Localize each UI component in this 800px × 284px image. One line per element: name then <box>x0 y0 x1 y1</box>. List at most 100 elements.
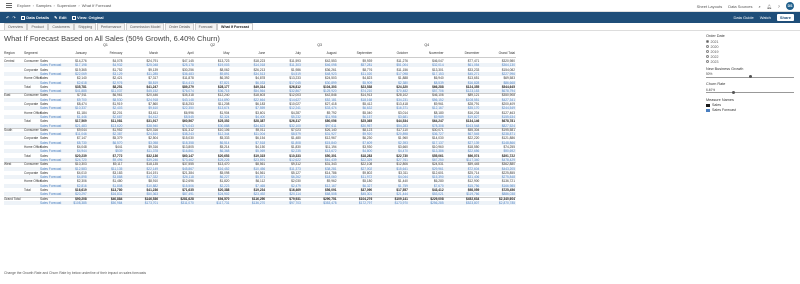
top-navigation-bar: Explore › Samples › Superstore › What If Fo… <box>0 0 800 12</box>
legend-swatch <box>706 108 710 112</box>
legend-label: Sales <box>712 103 721 107</box>
column-header: March <box>149 51 159 55</box>
watch-button[interactable]: Watch <box>760 15 771 20</box>
column-header: July <box>295 51 301 55</box>
data-details-icon <box>20 15 25 20</box>
order-date-option[interactable]: 2019 <box>706 50 796 54</box>
column-header: June <box>258 51 266 55</box>
tab-order-details[interactable]: Order Details <box>164 23 195 30</box>
avatar[interactable]: DS <box>786 2 794 10</box>
sheet-layouts-link[interactable]: Sheet Layouts <box>697 4 723 9</box>
view-original-button[interactable]: View: Original <box>71 15 104 20</box>
table-cell: $311,070 <box>180 200 194 205</box>
data-guide-button[interactable]: Data Guide <box>733 15 753 20</box>
radio-icon <box>706 55 709 58</box>
column-header: May <box>223 51 230 55</box>
search-icon[interactable]: ⌕ <box>758 4 760 9</box>
tab-product[interactable]: Product <box>27 23 48 30</box>
growth-knob[interactable] <box>748 75 752 79</box>
breadcrumb-separator: › <box>78 3 80 8</box>
table-cell: $173,970 <box>394 200 408 205</box>
segment-header: Segment <box>24 51 38 55</box>
column-header: September <box>356 51 373 55</box>
breadcrumb-samples[interactable]: Samples <box>36 3 52 8</box>
data-details-button[interactable]: Data Details <box>20 15 50 20</box>
breadcrumb-separator: › <box>32 3 34 8</box>
order-date-filter-title: Order Date <box>706 34 725 38</box>
measure-legend: Sales Sales Forecast <box>706 103 796 112</box>
page-title: What If Forecast Based on All Sales (50%… <box>4 34 220 43</box>
radio-icon <box>706 45 709 48</box>
view-toolbar: ↶ ↷ Data Details ✎ Edit View: Original Da… <box>0 12 800 23</box>
churn-parameter-title: Churn Rate <box>706 82 726 86</box>
tab-overview[interactable]: Overview <box>4 23 27 30</box>
legend-item[interactable]: Sales Forecast <box>706 108 796 112</box>
breadcrumb-current: What If Forecast <box>81 3 112 8</box>
data-details-label: Data Details <box>26 15 50 20</box>
column-header: January <box>75 51 87 55</box>
radio-icon <box>706 40 709 43</box>
notification-icon[interactable]: 🔔︎ <box>767 4 772 9</box>
tab-performance[interactable]: Performance <box>96 23 126 30</box>
order-date-option[interactable]: 2020 <box>706 45 796 49</box>
churn-value: 6.40% <box>706 87 716 92</box>
share-button[interactable]: Share <box>776 14 794 21</box>
header-divider <box>4 57 516 58</box>
order-date-option-label: 2023 <box>710 59 719 64</box>
growth-slider[interactable]: 50% <box>706 72 796 79</box>
help-icon[interactable]: ? <box>778 4 780 9</box>
tab-commission-model[interactable]: Commission Model <box>125 23 165 30</box>
tab-customers[interactable]: Customers <box>48 23 74 30</box>
redo-icon[interactable]: ↷ <box>12 15 15 20</box>
legend-item[interactable]: Sales <box>706 103 796 107</box>
churn-slider[interactable]: 6.40% <box>706 88 796 94</box>
order-date-option-label: 2020 <box>710 44 719 49</box>
order-date-option[interactable]: 2022 <box>706 55 796 59</box>
column-header: August <box>326 51 337 55</box>
column-header: December <box>464 51 480 55</box>
view-icon <box>71 15 76 20</box>
churn-knob[interactable] <box>731 90 735 94</box>
table-cell: $136,270 <box>251 200 266 205</box>
table-cell: $117,731 <box>216 200 230 205</box>
pencil-icon: ✎ <box>54 15 58 20</box>
order-date-option[interactable]: 2023 <box>706 60 796 64</box>
table-cell: $97,703 <box>289 200 301 205</box>
footer-note: Change the Growth Rate and Churn Rate by… <box>4 271 147 275</box>
churn-track <box>706 92 794 93</box>
edit-button[interactable]: ✎ Edit <box>54 15 66 20</box>
undo-icon[interactable]: ↶ <box>6 15 9 20</box>
view-original-label: View: Original <box>77 15 104 20</box>
order-date-option-label: 2021 <box>710 39 719 44</box>
table-cell: $523,807 <box>466 200 480 205</box>
quarter-header: Q4 <box>424 43 430 47</box>
legend-label: Sales Forecast <box>712 108 736 112</box>
radio-icon <box>706 50 709 53</box>
breadcrumb-superstore[interactable]: Superstore <box>57 3 77 8</box>
sheet-tabs: Overview Product Customers Shipping Performa… <box>0 23 800 31</box>
table-cell: $108,385 <box>73 200 87 205</box>
table-cell: $256,285 <box>430 200 444 205</box>
column-header: November <box>428 51 444 55</box>
table-cell: $353,478 <box>323 200 337 205</box>
radio-icon <box>706 60 709 63</box>
app-grid-icon[interactable] <box>6 2 12 9</box>
table-cell: $173,701 <box>144 200 159 205</box>
toolbar-right: Data Guide Watch Share <box>733 12 794 23</box>
tab-forecast[interactable]: Forecast <box>194 23 217 30</box>
breadcrumb-separator: › <box>53 3 55 8</box>
legend-swatch <box>706 103 710 107</box>
measure-legend-title: Measure Names <box>706 97 734 102</box>
breadcrumb-explore[interactable]: Explore <box>17 3 31 8</box>
table-cell: $172,797 <box>358 200 373 205</box>
quarter-header: Q2 <box>210 43 215 47</box>
quarter-header: Q3 <box>317 43 323 47</box>
edit-label: Edit <box>58 15 67 20</box>
table-cell: $2,870,785 <box>499 200 515 205</box>
region-header: Region <box>4 51 15 55</box>
order-date-option[interactable]: 2021 <box>706 40 796 44</box>
tab-what-if-forecast[interactable]: What If Forecast <box>217 23 254 30</box>
tab-shipping[interactable]: Shipping <box>74 23 97 30</box>
data-sources-link[interactable]: Data Sources <box>728 4 752 9</box>
growth-parameter-title: New Business Growth <box>706 66 744 71</box>
